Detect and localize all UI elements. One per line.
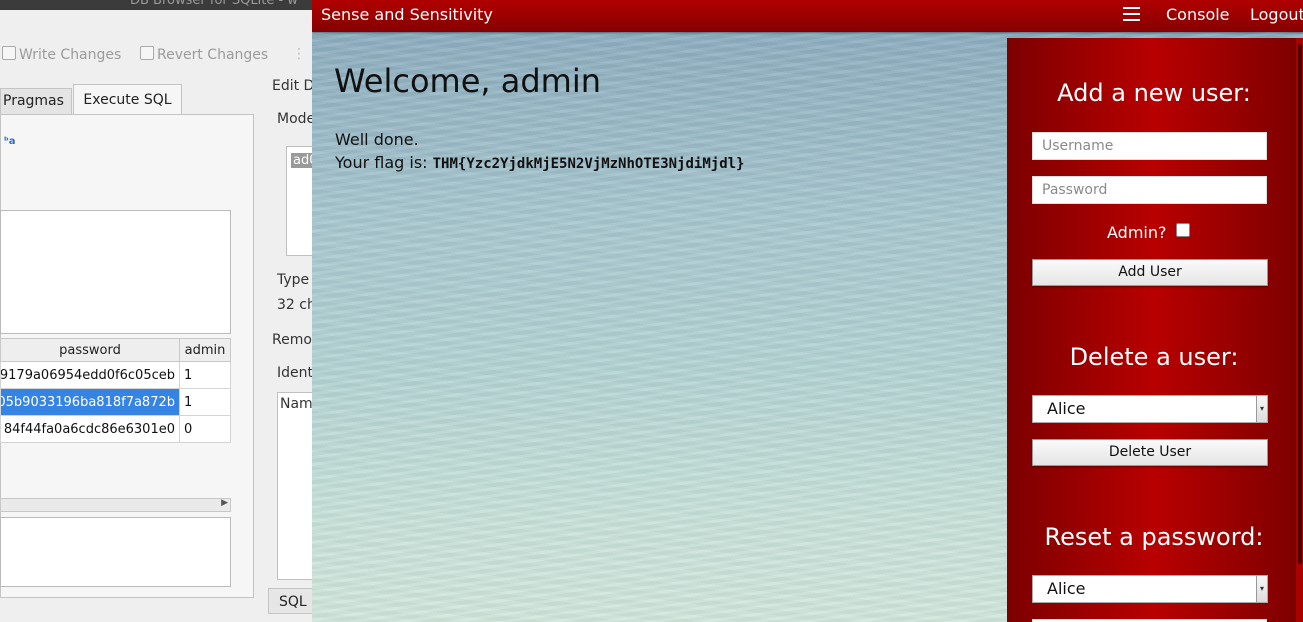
identity-label: Ident <box>277 365 313 381</box>
password-cell[interactable]: 84f44fa0a6cdc86e6301e0 <box>0 415 180 443</box>
brand-title[interactable]: Sense and Sensitivity <box>321 5 493 24</box>
password-input[interactable] <box>1032 176 1267 204</box>
flag-prefix: Your flag is: <box>335 153 433 172</box>
delete-user-button[interactable]: Delete User <box>1032 439 1268 466</box>
chevron-down-icon[interactable]: ▾ <box>1256 576 1267 602</box>
page-title: Welcome, admin <box>334 62 601 100</box>
scrollbar-thumb[interactable] <box>1298 44 1302 564</box>
horizontal-scrollbar[interactable]: ▶ <box>0 498 231 512</box>
reset-password-select[interactable]: Alice ▾ <box>1032 575 1268 603</box>
revert-changes-button[interactable]: Revert Changes <box>140 46 268 63</box>
navbar: Sense and Sensitivity Console Logout <box>312 0 1303 32</box>
page-scrollbar[interactable] <box>1296 38 1303 622</box>
add-user-heading: Add a new user: <box>1057 79 1251 107</box>
revert-changes-label: Revert Changes <box>157 47 269 63</box>
name-column-header: Nam <box>280 396 313 412</box>
find-replace-icon[interactable]: ᵇa <box>4 136 16 147</box>
sql-editor[interactable] <box>0 210 231 334</box>
admin-cell[interactable]: 1 <box>179 361 231 389</box>
admin-checkbox-label: Admin? <box>1107 223 1167 242</box>
flag-value: THM{Yzc2YjdkMjE5N2VjMzNhOTE3NjdiMjdl} <box>432 156 745 172</box>
scroll-right-icon[interactable]: ▶ <box>221 498 228 508</box>
table-row[interactable]: 84f44fa0a6cdc86e6301e0 0 <box>0 415 231 443</box>
username-input[interactable] <box>1032 132 1267 160</box>
results-table: password admin 9179a06954edd0f6c05ceb 1 … <box>0 338 231 443</box>
column-header-admin[interactable]: admin <box>179 338 231 362</box>
mode-label: Mode <box>277 111 316 127</box>
admin-sidebar: Add a new user: Admin? Add User Delete a… <box>1007 38 1301 622</box>
message-pane <box>0 517 231 587</box>
db-browser-titlebar: DB Browser for SQLite - w <box>0 0 330 10</box>
delete-user-heading: Delete a user: <box>1069 343 1239 371</box>
edit-cell-label: Edit D <box>272 78 315 94</box>
password-cell[interactable]: 9179a06954edd0f6c05ceb <box>0 361 180 389</box>
table-row[interactable]: 9179a06954edd0f6c05ceb 1 <box>0 361 231 389</box>
delete-user-selected: Alice <box>1047 399 1086 418</box>
flag-line: Your flag is: THM{Yzc2YjdkMjE5N2VjMzNhOT… <box>335 153 745 172</box>
write-changes-icon <box>2 46 16 60</box>
nav-logout-link[interactable]: Logout <box>1250 5 1303 24</box>
chevron-down-icon[interactable]: ▾ <box>1256 396 1267 422</box>
type-label: Type <box>277 272 310 288</box>
nav-console-link[interactable]: Console <box>1166 5 1230 24</box>
column-header-password[interactable]: password <box>0 338 180 362</box>
hamburger-menu-icon[interactable] <box>1123 7 1140 21</box>
db-browser-title: DB Browser for SQLite - w <box>130 0 298 8</box>
remote-label: Remo <box>272 332 312 348</box>
admin-checkbox[interactable] <box>1176 223 1190 237</box>
write-changes-button[interactable]: Write Changes <box>2 46 121 63</box>
chars-label: 32 ch <box>277 297 316 313</box>
tab-sql-log[interactable]: SQL <box>268 588 318 614</box>
db-browser-window: DB Browser for SQLite - w Write Changes … <box>0 0 330 622</box>
toolbar-separator: ⋮ <box>292 46 306 62</box>
table-row[interactable]: 05b9033196ba818f7a872b 1 <box>0 388 231 416</box>
password-cell[interactable]: 05b9033196ba818f7a872b <box>0 388 180 416</box>
delete-user-select[interactable]: Alice ▾ <box>1032 395 1268 423</box>
tab-execute-sql[interactable]: Execute SQL <box>73 84 182 115</box>
admin-cell[interactable]: 0 <box>179 415 231 443</box>
reset-password-heading: Reset a password: <box>1044 523 1264 551</box>
admin-cell[interactable]: 1 <box>179 388 231 416</box>
tab-pragmas[interactable]: Pragmas <box>0 88 72 114</box>
add-user-button[interactable]: Add User <box>1032 259 1268 286</box>
revert-changes-icon <box>140 46 154 60</box>
write-changes-label: Write Changes <box>19 47 122 63</box>
web-app-window: Sense and Sensitivity Console Logout Wel… <box>312 0 1303 622</box>
reset-password-selected: Alice <box>1047 579 1086 598</box>
well-done-text: Well done. <box>335 130 419 149</box>
